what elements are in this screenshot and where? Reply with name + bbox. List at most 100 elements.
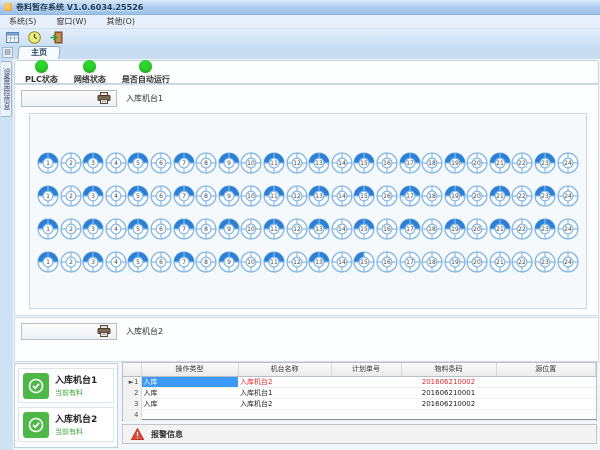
svg-text:14: 14 (338, 226, 346, 233)
slot-2-1: 1 (37, 185, 59, 207)
calendar-icon[interactable] (5, 31, 19, 44)
slot-1-3: 3 (82, 152, 104, 174)
svg-text:9: 9 (227, 160, 231, 167)
slot-2-22: 22 (511, 185, 533, 207)
slot-4-20: 20 (466, 251, 488, 273)
svg-text:14: 14 (338, 160, 346, 167)
cell-src[interactable] (496, 387, 596, 398)
row-indicator: ►1 (123, 376, 141, 387)
title-bar: 卷料暂存系统 V1.0.6034.25526 (0, 0, 600, 15)
svg-text:24: 24 (564, 160, 572, 167)
machine-card-1[interactable]: 入库机台1当前有料 (18, 368, 114, 403)
grid-row-1[interactable]: ►1入库入库机台2 201606210002 (123, 376, 596, 387)
cell-barcode[interactable]: 201606210002 (401, 398, 496, 409)
svg-text:16: 16 (383, 259, 391, 266)
dock-panel-icon[interactable]: ▤ (2, 47, 13, 58)
cell-plan[interactable] (331, 409, 401, 420)
cell-src[interactable] (496, 398, 596, 409)
machine1-print-button[interactable] (21, 90, 117, 107)
slot-wheel-icon: 23 (534, 251, 556, 273)
grid-row-2[interactable]: 2入库入库机台1201606210001 (123, 387, 596, 398)
slot-wheel-icon: 22 (511, 152, 533, 174)
slot-3-5: 5 (127, 218, 149, 240)
grid-column-1[interactable]: 机台名称 (238, 363, 331, 376)
grid-column-3[interactable]: 物料条码 (401, 363, 496, 376)
slot-wheel-icon: 22 (511, 251, 533, 273)
slot-wheel-icon: 23 (534, 218, 556, 240)
cell-op[interactable] (141, 409, 238, 420)
slot-2-7: 7 (173, 185, 195, 207)
cell-barcode[interactable]: 201606210002 (401, 376, 496, 387)
slot-2-15: 15 (353, 185, 375, 207)
cell-op[interactable]: 入库 (141, 376, 238, 387)
slot-1-23: 23 (534, 152, 556, 174)
svg-text:4: 4 (114, 259, 118, 266)
slot-2-18: 18 (421, 185, 443, 207)
cell-plan[interactable] (331, 387, 401, 398)
menu-system[interactable]: 系统(S) (6, 15, 39, 28)
slot-wheel-icon: 21 (489, 152, 511, 174)
check-icon (23, 373, 49, 399)
printer-icon (97, 325, 111, 337)
slot-wheel-icon: 10 (240, 152, 262, 174)
window-title: 卷料暂存系统 V1.0.6034.25526 (16, 2, 143, 13)
slot-4-17: 17 (399, 251, 421, 273)
menu-window[interactable]: 窗口(W) (53, 15, 89, 28)
svg-text:6: 6 (159, 160, 163, 167)
svg-text:20: 20 (473, 226, 481, 233)
slot-4-8: 8 (195, 251, 217, 273)
svg-text:22: 22 (519, 226, 527, 233)
slot-1-22: 22 (511, 152, 533, 174)
cell-machine[interactable] (238, 409, 331, 420)
svg-text:1: 1 (46, 259, 50, 266)
cell-op[interactable]: 入库 (141, 398, 238, 409)
cell-src[interactable] (496, 409, 596, 420)
slot-wheel-icon: 13 (308, 185, 330, 207)
exit-icon[interactable] (49, 31, 63, 44)
slot-3-24: 24 (557, 218, 579, 240)
grid-row-3[interactable]: 3入库入库机台2201606210002 (123, 398, 596, 409)
side-panel-tab[interactable]: 设备监控信息 (1, 61, 12, 117)
slot-4-13: 13 (308, 251, 330, 273)
svg-text:12: 12 (293, 226, 301, 233)
svg-text:22: 22 (519, 193, 527, 200)
slot-wheel-icon: 18 (421, 251, 443, 273)
clock-icon[interactable] (27, 31, 41, 44)
grid-row-4[interactable]: 4 (123, 409, 596, 420)
slot-3-22: 22 (511, 218, 533, 240)
svg-text:19: 19 (451, 226, 459, 233)
machine2-print-button[interactable] (21, 323, 117, 340)
menu-other[interactable]: 其他(O) (103, 15, 138, 28)
slot-2-21: 21 (489, 185, 511, 207)
svg-text:13: 13 (315, 259, 323, 266)
grid-column-4[interactable]: 源位置 (496, 363, 596, 376)
svg-text:8: 8 (204, 226, 208, 233)
slot-wheel-icon: 17 (399, 218, 421, 240)
svg-text:16: 16 (383, 226, 391, 233)
machine-card-2[interactable]: 入库机台2当前有料 (18, 407, 114, 442)
slot-wheel-icon: 22 (511, 185, 533, 207)
slot-4-6: 6 (150, 251, 172, 273)
svg-text:10: 10 (248, 259, 256, 266)
cell-barcode[interactable] (401, 409, 496, 420)
cell-plan[interactable] (331, 398, 401, 409)
svg-text:13: 13 (315, 160, 323, 167)
svg-text:4: 4 (114, 160, 118, 167)
grid-column-2[interactable]: 计划单号 (331, 363, 401, 376)
cell-machine[interactable]: 入库机台2 (238, 376, 331, 387)
tab-home[interactable]: 主页 (17, 46, 60, 59)
slot-wheel-icon: 18 (421, 185, 443, 207)
cell-op[interactable]: 入库 (141, 387, 238, 398)
cell-machine[interactable]: 入库机台2 (238, 398, 331, 409)
svg-text:4: 4 (114, 226, 118, 233)
cell-plan[interactable] (331, 376, 401, 387)
slot-4-21: 21 (489, 251, 511, 273)
cell-machine[interactable]: 入库机台1 (238, 387, 331, 398)
cell-src[interactable] (496, 376, 596, 387)
cell-barcode[interactable]: 201606210001 (401, 387, 496, 398)
slot-wheel-icon: 11 (263, 152, 285, 174)
slot-wheel-icon: 8 (195, 218, 217, 240)
slot-3-8: 8 (195, 218, 217, 240)
slot-wheel-icon: 9 (218, 218, 240, 240)
grid-column-0[interactable]: 操作类型 (141, 363, 238, 376)
